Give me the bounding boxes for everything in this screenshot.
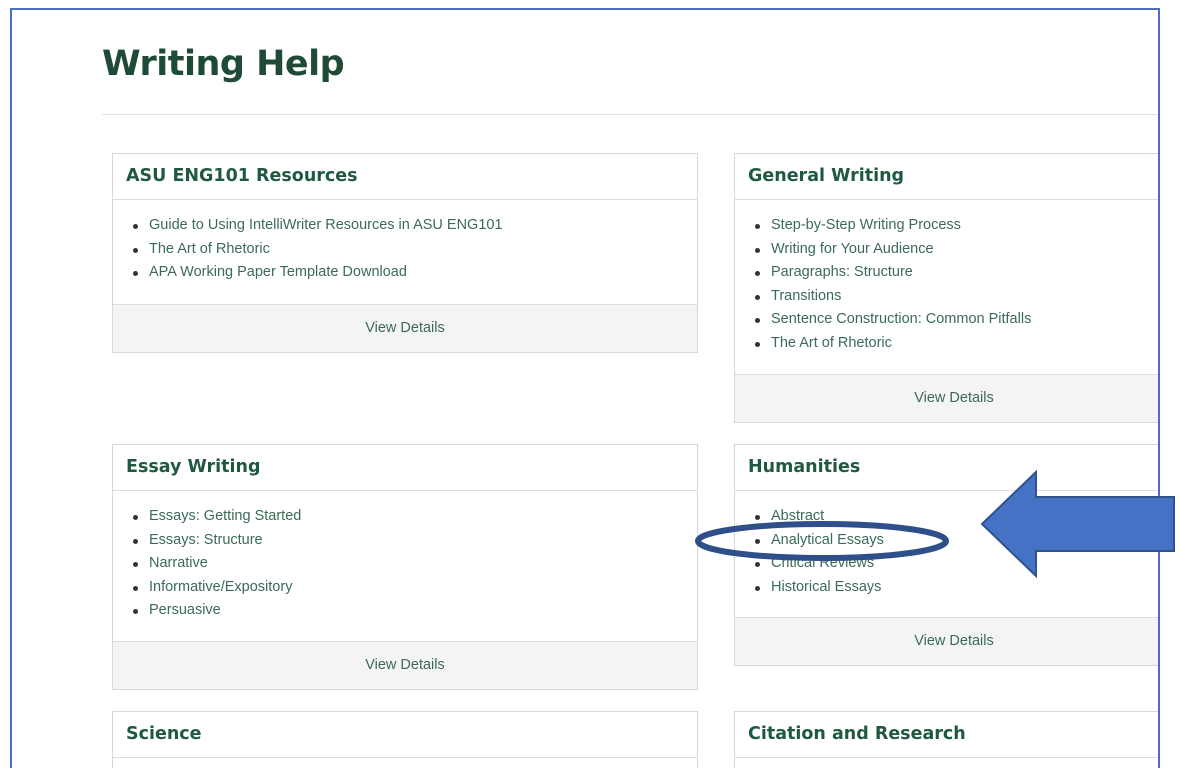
card-general-writing: General Writing Step-by-Step Writing Pro… xyxy=(734,153,1158,423)
card-title: General Writing xyxy=(735,154,1158,200)
link-essays-structure[interactable]: Essays: Structure xyxy=(133,529,697,553)
card-essay-writing: Essay Writing Essays: Getting Started Es… xyxy=(112,444,698,690)
link-apa-template[interactable]: APA Working Paper Template Download xyxy=(133,261,697,285)
link-paragraphs[interactable]: Paragraphs: Structure xyxy=(755,261,1158,285)
link-intelliwriter-guide[interactable]: Guide to Using IntelliWriter Resources i… xyxy=(133,214,697,238)
view-details-button[interactable]: View Details xyxy=(735,374,1158,422)
link-audience[interactable]: Writing for Your Audience xyxy=(755,238,1158,262)
link-persuasive[interactable]: Persuasive xyxy=(133,599,697,623)
view-details-button[interactable]: View Details xyxy=(113,641,697,689)
link-narrative[interactable]: Narrative xyxy=(133,552,697,576)
card-link-list: Guide to Using IntelliWriter Resources i… xyxy=(113,200,697,285)
link-historical-essays[interactable]: Historical Essays xyxy=(755,576,1158,600)
ellipse-highlight xyxy=(695,521,949,561)
card-title: Essay Writing xyxy=(113,445,697,491)
card-citation-and-research: Citation and Research xyxy=(734,711,1158,768)
card-link-list: Step-by-Step Writing Process Writing for… xyxy=(735,200,1158,356)
page-title: Writing Help xyxy=(102,44,345,84)
card-title: Citation and Research xyxy=(735,712,1158,758)
link-art-of-rhetoric[interactable]: The Art of Rhetoric xyxy=(755,332,1158,356)
view-details-button[interactable]: View Details xyxy=(113,304,697,352)
left-arrow-icon xyxy=(980,469,1175,578)
card-link-list: Essays: Getting Started Essays: Structur… xyxy=(113,491,697,623)
link-transitions[interactable]: Transitions xyxy=(755,285,1158,309)
browser-frame: Writing Help ASU ENG101 Resources Guide … xyxy=(10,8,1160,768)
card-title: ASU ENG101 Resources xyxy=(113,154,697,200)
title-divider xyxy=(102,114,1158,115)
view-details-button[interactable]: View Details xyxy=(735,617,1158,665)
link-essays-getting-started[interactable]: Essays: Getting Started xyxy=(133,505,697,529)
card-science: Science xyxy=(112,711,698,768)
link-informative-expository[interactable]: Informative/Expository xyxy=(133,576,697,600)
link-sentence-construction[interactable]: Sentence Construction: Common Pitfalls xyxy=(755,308,1158,332)
card-title: Science xyxy=(113,712,697,758)
link-art-of-rhetoric[interactable]: The Art of Rhetoric xyxy=(133,238,697,262)
link-writing-process[interactable]: Step-by-Step Writing Process xyxy=(755,214,1158,238)
card-asu-eng101-resources: ASU ENG101 Resources Guide to Using Inte… xyxy=(112,153,698,353)
